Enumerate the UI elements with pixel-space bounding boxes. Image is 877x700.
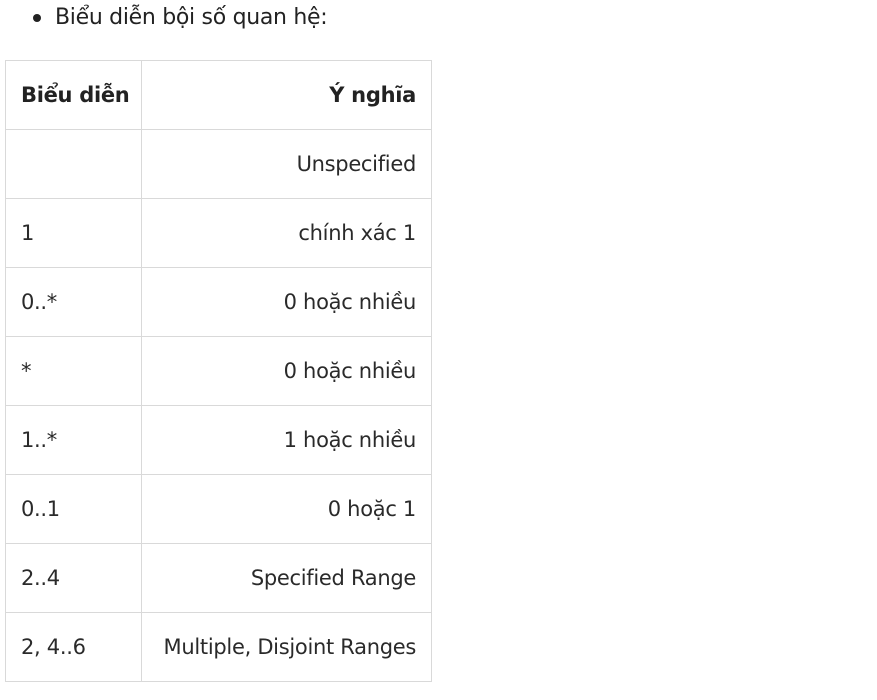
- cell-meaning: 0 hoặc nhiều: [141, 336, 432, 406]
- cell-notation: 1: [5, 198, 142, 268]
- cell-notation: 0..*: [5, 267, 142, 337]
- cell-notation: 2..4: [5, 543, 142, 613]
- table-row: 1 chính xác 1: [5, 198, 432, 268]
- header-notation: Biểu diễn: [5, 60, 142, 130]
- cell-meaning: 1 hoặc nhiều: [141, 405, 432, 475]
- table-row: 2..4 Specified Range: [5, 543, 432, 613]
- table-row: Unspecified: [5, 129, 432, 199]
- table-row: 1..* 1 hoặc nhiều: [5, 405, 432, 475]
- cell-notation: [5, 129, 142, 199]
- cell-meaning: 0 hoặc 1: [141, 474, 432, 544]
- table-body: Unspecified 1 chính xác 1 0..* 0 hoặc nh…: [5, 129, 432, 682]
- cell-meaning: 0 hoặc nhiều: [141, 267, 432, 337]
- cell-meaning: Specified Range: [141, 543, 432, 613]
- cell-notation: 0..1: [5, 474, 142, 544]
- cell-notation: *: [5, 336, 142, 406]
- table-row: 0..* 0 hoặc nhiều: [5, 267, 432, 337]
- cell-meaning: chính xác 1: [141, 198, 432, 268]
- cell-meaning: Multiple, Disjoint Ranges: [141, 612, 432, 682]
- table-head: Biểu diễn Ý nghĩa: [5, 60, 432, 130]
- cell-notation: 1..*: [5, 405, 142, 475]
- cell-meaning: Unspecified: [141, 129, 432, 199]
- header-meaning: Ý nghĩa: [141, 60, 432, 130]
- table-row: 2, 4..6 Multiple, Disjoint Ranges: [5, 612, 432, 682]
- table-row: 0..1 0 hoặc 1: [5, 474, 432, 544]
- cell-notation: 2, 4..6: [5, 612, 142, 682]
- table-row: * 0 hoặc nhiều: [5, 336, 432, 406]
- intro-bullet-text: Biểu diễn bội số quan hệ:: [55, 5, 328, 30]
- multiplicity-table: Biểu diễn Ý nghĩa Unspecified 1 chính xá…: [5, 60, 432, 682]
- table-header-row: Biểu diễn Ý nghĩa: [5, 60, 432, 130]
- intro-bullet-item: Biểu diễn bội số quan hệ:: [0, 0, 877, 38]
- bullet-dot-icon: [33, 14, 41, 22]
